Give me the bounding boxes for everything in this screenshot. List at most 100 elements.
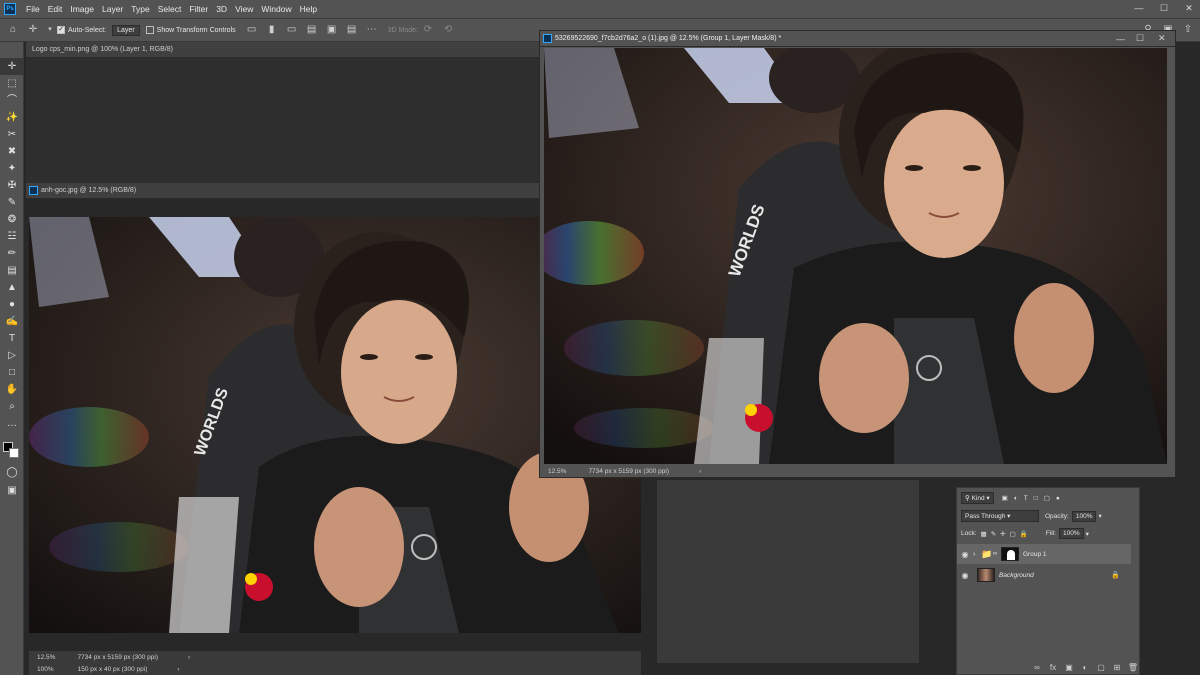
- close-doc-button[interactable]: ✕: [1158, 33, 1166, 44]
- lock-all-icon[interactable]: 🔒: [1020, 530, 1028, 538]
- filter-kind-dropdown[interactable]: ⚲ Kind ▾: [961, 492, 994, 504]
- crop-tool-icon[interactable]: ✂: [0, 126, 24, 143]
- logo-doc-canvas[interactable]: [26, 58, 541, 183]
- dodge-tool-icon[interactable]: ●: [0, 296, 24, 313]
- align-top-icon[interactable]: ▤: [305, 23, 319, 37]
- auto-select-checkbox[interactable]: ✓ Auto-Select:: [57, 26, 106, 34]
- more-options-icon[interactable]: ⋯: [365, 23, 379, 37]
- move-tool-icon[interactable]: ✛: [0, 58, 24, 75]
- minimize-button[interactable]: —: [1130, 1, 1148, 15]
- layer-mask-thumbnail[interactable]: [1001, 547, 1019, 561]
- align-left-icon[interactable]: ▭: [245, 23, 259, 37]
- edit-toolbar-icon[interactable]: …: [0, 415, 24, 432]
- blur-tool-icon[interactable]: ▲: [0, 279, 24, 296]
- menu-help[interactable]: Help: [296, 4, 321, 14]
- layer-name[interactable]: Group 1: [1023, 551, 1047, 558]
- align-bottom-icon[interactable]: ▤: [345, 23, 359, 37]
- eraser-tool-icon[interactable]: ✏: [0, 245, 24, 262]
- restore-doc-button[interactable]: ☐: [1136, 33, 1144, 44]
- chevron-down-icon[interactable]: ▾: [46, 23, 54, 37]
- main-doc-titlebar[interactable]: 53269522690_f7cb2d76a2_o (1).jpg @ 12.5%…: [540, 31, 1175, 47]
- align-right-icon[interactable]: ▭: [285, 23, 299, 37]
- quick-mask-icon[interactable]: ◯: [0, 464, 24, 481]
- close-app-button[interactable]: ✕: [1180, 1, 1198, 15]
- menu-edit[interactable]: Edit: [44, 4, 67, 14]
- link-icon[interactable]: ∞: [993, 551, 1001, 557]
- blend-mode-dropdown[interactable]: Pass Through ▾: [961, 510, 1039, 522]
- eyedropper-tool-icon[interactable]: ✦: [0, 160, 24, 177]
- 3d-rotate-icon[interactable]: ⟳: [421, 23, 435, 37]
- brush-tool-icon[interactable]: ✎: [0, 194, 24, 211]
- screen-mode-icon[interactable]: ▣: [0, 482, 24, 499]
- expand-chevron-icon[interactable]: ›: [973, 551, 981, 558]
- eye-icon[interactable]: ◉: [957, 571, 973, 580]
- move-tool-icon[interactable]: ✛: [26, 23, 40, 37]
- opacity-input[interactable]: 100%: [1071, 510, 1097, 522]
- main-doc-photo[interactable]: WORLDS: [544, 48, 1167, 464]
- gradient-tool-icon[interactable]: ▤: [0, 262, 24, 279]
- zoom-tool-icon[interactable]: ⌕: [0, 398, 24, 415]
- menu-view[interactable]: View: [231, 4, 257, 14]
- align-middle-icon[interactable]: ▣: [325, 23, 339, 37]
- layer-row-group-1[interactable]: ◉ › 📁 ∞ Group 1: [957, 544, 1131, 564]
- anh-goc-zoom[interactable]: 12.5%: [37, 654, 55, 661]
- lock-position-icon[interactable]: ✛: [1000, 530, 1005, 538]
- hand-tool-icon[interactable]: ✋: [0, 381, 24, 398]
- path-selection-tool-icon[interactable]: ▷: [0, 347, 24, 364]
- filter-smart-object-icon[interactable]: ▢: [1044, 494, 1050, 502]
- rectangle-tool-icon[interactable]: □: [0, 364, 24, 381]
- new-group-icon[interactable]: ▢: [1093, 663, 1109, 672]
- menu-3d[interactable]: 3D: [212, 4, 231, 14]
- history-brush-tool-icon[interactable]: ☳: [0, 228, 24, 245]
- menu-image[interactable]: Image: [66, 4, 98, 14]
- menu-filter[interactable]: Filter: [185, 4, 212, 14]
- auto-select-target-dropdown[interactable]: Layer: [112, 24, 140, 36]
- anh-goc-doc-tab[interactable]: anh-goc.jpg @ 12.5% (RGB/8): [26, 183, 541, 199]
- background-color-swatch[interactable]: [9, 448, 19, 458]
- 3d-roll-icon[interactable]: ⟲: [441, 23, 455, 37]
- background-thumbnail[interactable]: [977, 568, 995, 582]
- link-layers-icon[interactable]: ∞: [1029, 663, 1045, 672]
- layer-name[interactable]: Background: [999, 572, 1034, 579]
- lock-artboard-icon[interactable]: ▢: [1010, 530, 1016, 538]
- adjustment-layer-icon[interactable]: ◐: [1077, 663, 1093, 672]
- menu-window[interactable]: Window: [257, 4, 295, 14]
- filter-adjustment-icon[interactable]: ◐: [1014, 495, 1018, 502]
- opacity-chevron-icon[interactable]: ▾: [1098, 512, 1101, 520]
- logo-doc-tab[interactable]: Logo cps_min.png @ 100% (Layer 1, RGB/8): [26, 42, 541, 58]
- frame-tool-icon[interactable]: ✖: [0, 143, 24, 160]
- magic-wand-tool-icon[interactable]: ✨: [0, 109, 24, 126]
- type-tool-icon[interactable]: T: [0, 330, 24, 347]
- menu-select[interactable]: Select: [154, 4, 186, 14]
- add-mask-icon[interactable]: ▣: [1061, 663, 1077, 672]
- fill-input[interactable]: 100%: [1058, 528, 1084, 539]
- marquee-tool-icon[interactable]: ⬚: [0, 75, 24, 92]
- filter-pixel-icon[interactable]: ▣: [1002, 494, 1008, 502]
- home-icon[interactable]: ⌂: [6, 23, 20, 37]
- photoshop-app-icon[interactable]: Ps: [4, 3, 16, 15]
- new-layer-icon[interactable]: ⊞: [1109, 663, 1125, 672]
- fx-icon[interactable]: fx: [1045, 663, 1061, 672]
- pen-tool-icon[interactable]: ✍: [0, 313, 24, 330]
- logo-doc-zoom[interactable]: 100%: [37, 666, 54, 673]
- trash-icon[interactable]: 🗑: [1125, 663, 1141, 672]
- layer-row-background[interactable]: ◉ Background 🔒: [957, 565, 1131, 585]
- chevron-right-icon[interactable]: ›: [177, 666, 179, 673]
- chevron-right-icon[interactable]: ›: [699, 468, 701, 475]
- maximize-button[interactable]: ☐: [1155, 1, 1173, 15]
- filter-type-icon[interactable]: T: [1024, 495, 1028, 502]
- healing-brush-tool-icon[interactable]: ✠: [0, 177, 24, 194]
- eye-icon[interactable]: ◉: [957, 550, 973, 559]
- fill-chevron-icon[interactable]: ▾: [1086, 530, 1089, 538]
- clone-stamp-tool-icon[interactable]: ❂: [0, 211, 24, 228]
- lock-paint-icon[interactable]: ✎: [991, 530, 996, 538]
- filter-shape-icon[interactable]: □: [1034, 495, 1038, 502]
- menu-type[interactable]: Type: [127, 4, 153, 14]
- menu-file[interactable]: File: [22, 4, 44, 14]
- main-doc-zoom[interactable]: 12.5%: [548, 468, 566, 475]
- lasso-tool-icon[interactable]: ⌒: [0, 92, 24, 109]
- chevron-right-icon[interactable]: ›: [188, 654, 190, 661]
- minimize-doc-button[interactable]: —: [1116, 34, 1125, 44]
- lock-transparent-icon[interactable]: ▦: [981, 530, 987, 538]
- share-icon[interactable]: ⇧: [1181, 23, 1195, 37]
